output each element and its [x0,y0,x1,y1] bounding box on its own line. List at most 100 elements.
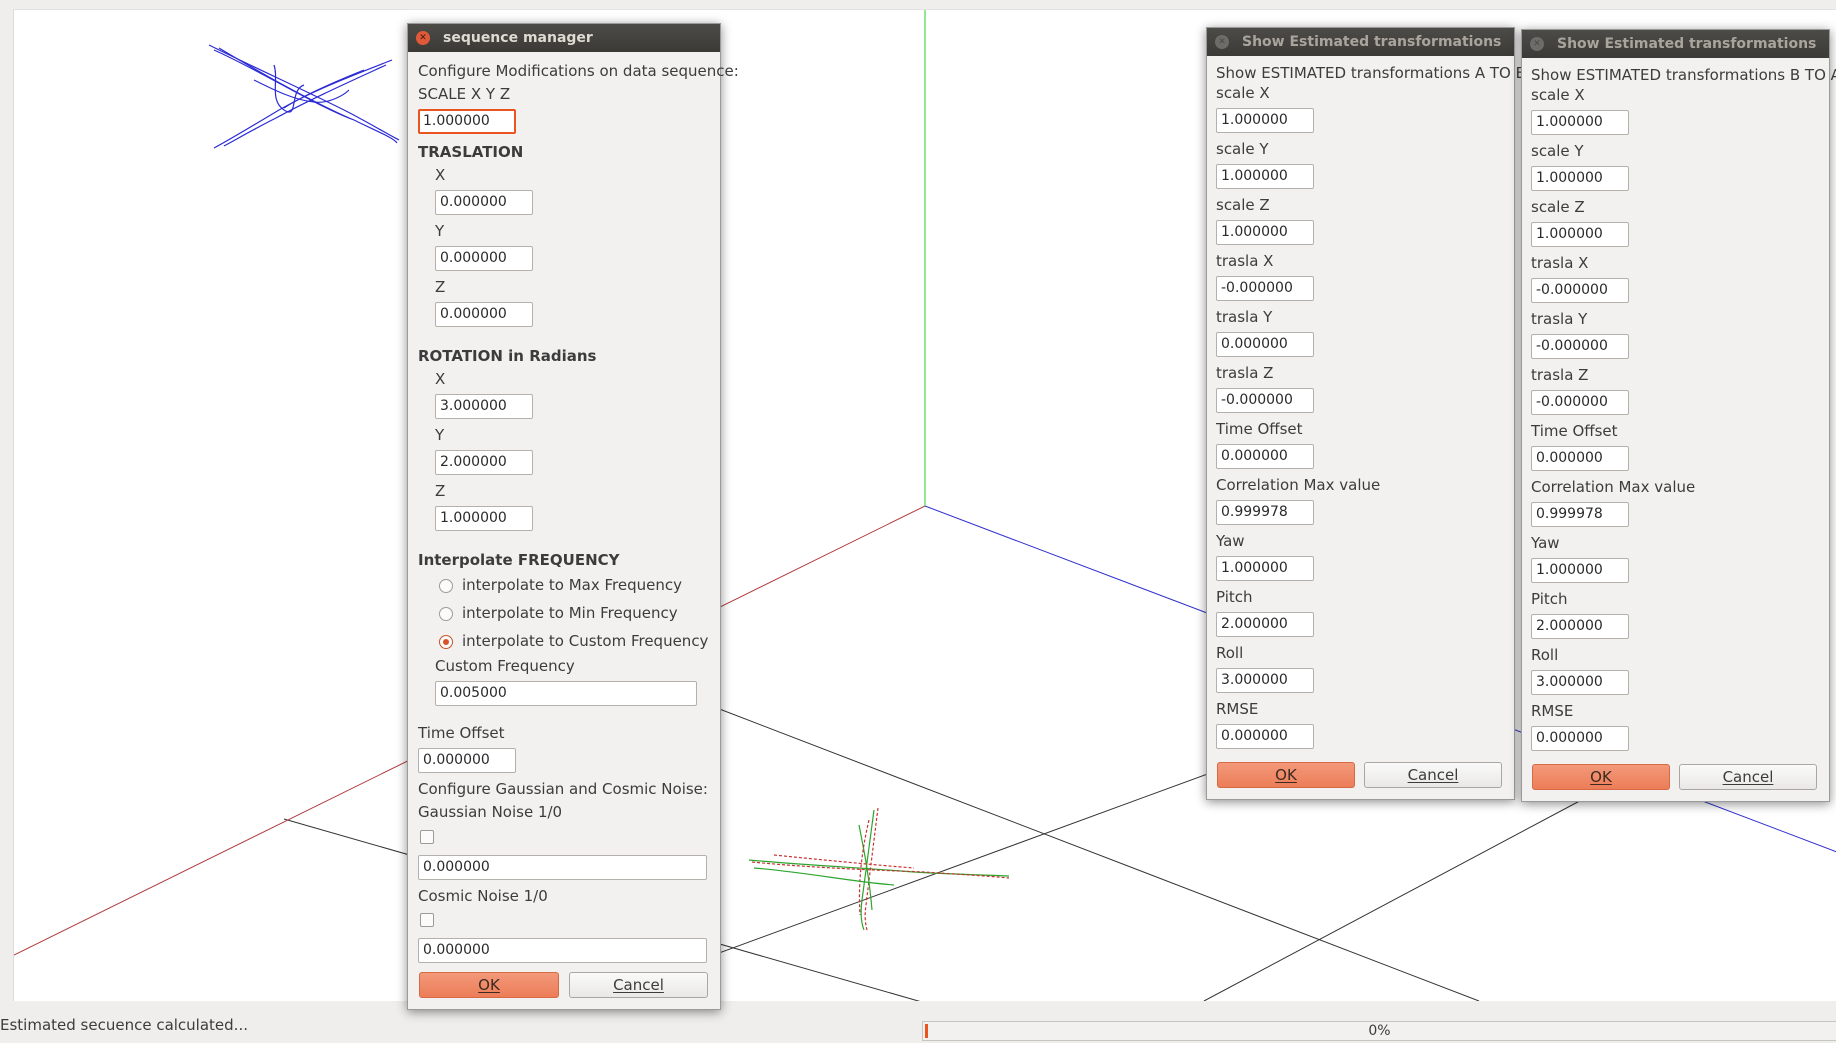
field-value[interactable]: 0.000000 [1216,332,1314,357]
ok-button[interactable]: OK [1217,762,1355,788]
traslation-y-label: Y [435,222,445,240]
field-value[interactable]: 2.000000 [1531,614,1629,639]
field-value[interactable]: 1.000000 [1531,222,1629,247]
field-value[interactable]: 0.999978 [1216,500,1314,525]
field-label: Yaw [1531,534,1560,552]
progress-bar: 0% [922,1021,1836,1041]
field-label: trasla Y [1531,310,1588,328]
sequence-a-trace [748,807,1010,931]
field-label: Correlation Max value [1216,476,1381,494]
sequence-manager-titlebar[interactable]: ✕ sequence manager [408,24,720,52]
field-label: Correlation Max value [1531,478,1696,496]
radio-custom-frequency[interactable] [439,635,453,649]
field-label: trasla X [1216,252,1274,270]
field-value[interactable]: 0.000000 [1531,446,1629,471]
grid-line [1203,795,1590,1001]
dialog-title: sequence manager [443,30,593,46]
field-value[interactable]: 1.000000 [1216,164,1314,189]
field-label: scale Z [1531,198,1585,216]
field-label: Time Offset [1216,420,1303,438]
field-value[interactable]: 1.000000 [1531,110,1629,135]
close-icon[interactable]: ✕ [416,31,430,45]
dialog-title: Show Estimated transformations [1242,34,1502,50]
cosmic-noise-input[interactable]: 0.000000 [418,938,707,963]
field-value[interactable]: 0.000000 [1216,444,1314,469]
rotation-x-label: X [435,370,446,388]
estimated-a-to-b-dialog: ✕ Show Estimated transformations Show ES… [1206,27,1531,800]
traslation-y-input[interactable]: 0.000000 [435,246,533,271]
scale-input[interactable]: 1.000000 [418,109,516,134]
traslation-x-input[interactable]: 0.000000 [435,190,533,215]
field-value[interactable]: 1.000000 [1216,556,1314,581]
field-label: trasla Z [1531,366,1589,384]
traslation-x-label: X [435,166,446,184]
field-label: Pitch [1531,590,1568,608]
time-offset-label: Time Offset [418,724,505,742]
traslation-z-input[interactable]: 0.000000 [435,302,533,327]
estimated-b-to-a-titlebar[interactable]: ✕ Show Estimated transformations [1522,30,1829,58]
field-label: Yaw [1216,532,1245,550]
status-message: Estimated secuence calculated... [0,1016,248,1034]
gaussian-noise-label: Gaussian Noise 1/0 [418,803,563,821]
traslation-z-label: Z [435,278,446,296]
cosmic-noise-label: Cosmic Noise 1/0 [418,887,548,905]
field-value[interactable]: 1.000000 [1531,166,1629,191]
radio-min-label: interpolate to Min Frequency [462,604,678,622]
rotation-z-label: Z [435,482,446,500]
field-label: trasla Y [1216,308,1273,326]
sequence-b-trace [208,44,400,149]
cancel-button[interactable]: Cancel [1679,764,1817,790]
gaussian-noise-checkbox[interactable] [420,830,434,844]
radio-max-label: interpolate to Max Frequency [462,576,682,594]
field-value[interactable]: 0.000000 [1216,724,1314,749]
rotation-y-input[interactable]: 2.000000 [435,450,533,475]
cancel-button[interactable]: Cancel [569,972,708,998]
noise-label: Configure Gaussian and Cosmic Noise: [418,780,708,798]
field-value[interactable]: 3.000000 [1531,670,1629,695]
field-value[interactable]: 3.000000 [1216,668,1314,693]
estimated-b-to-a-dialog: ✕ Show Estimated transformations Show ES… [1521,29,1836,802]
gaussian-noise-input[interactable]: 0.000000 [418,855,707,880]
cosmic-noise-checkbox[interactable] [420,913,434,927]
ok-button[interactable]: OK [419,972,559,998]
configure-label: Configure Modifications on data sequence… [418,62,739,80]
field-value[interactable]: -0.000000 [1531,334,1629,359]
field-value[interactable]: -0.000000 [1531,278,1629,303]
field-label: RMSE [1216,700,1259,718]
estimated-heading: Show ESTIMATED transformations A TO B: [1216,64,1531,82]
close-icon[interactable]: ✕ [1215,35,1229,49]
field-label: scale Z [1216,196,1270,214]
rotation-x-input[interactable]: 3.000000 [435,394,533,419]
ok-button[interactable]: OK [1532,764,1670,790]
sequence-manager-dialog: ✕ sequence manager Configure Modificatio… [407,23,739,1010]
rotation-z-input[interactable]: 1.000000 [435,506,533,531]
field-label: trasla Z [1216,364,1274,382]
field-label: scale X [1531,86,1585,104]
field-value[interactable]: -0.000000 [1216,388,1314,413]
field-value[interactable]: 1.000000 [1216,220,1314,245]
radio-min-frequency[interactable] [439,607,453,621]
field-value[interactable]: 1.000000 [1531,558,1629,583]
radio-max-frequency[interactable] [439,579,453,593]
field-value[interactable]: 2.000000 [1216,612,1314,637]
field-value[interactable]: 0.999978 [1531,502,1629,527]
field-value[interactable]: 1.000000 [1216,108,1314,133]
field-value[interactable]: -0.000000 [1216,276,1314,301]
field-value[interactable]: 0.000000 [1531,726,1629,751]
field-label: Time Offset [1531,422,1618,440]
rotation-header: ROTATION in Radians [418,347,597,365]
traslation-header: TRASLATION [418,143,524,161]
time-offset-input[interactable]: 0.000000 [418,748,516,773]
close-icon[interactable]: ✕ [1530,37,1544,51]
estimated-a-to-b-titlebar[interactable]: ✕ Show Estimated transformations [1207,28,1514,56]
field-label: trasla X [1531,254,1589,272]
field-label: Roll [1531,646,1559,664]
field-label: scale Y [1531,142,1584,160]
custom-frequency-input[interactable]: 0.005000 [435,681,697,706]
cancel-button[interactable]: Cancel [1364,762,1502,788]
field-value[interactable]: -0.000000 [1531,390,1629,415]
field-label: RMSE [1531,702,1574,720]
field-label: scale Y [1216,140,1269,158]
scale-label: SCALE X Y Z [418,85,511,103]
custom-frequency-label: Custom Frequency [435,657,575,675]
